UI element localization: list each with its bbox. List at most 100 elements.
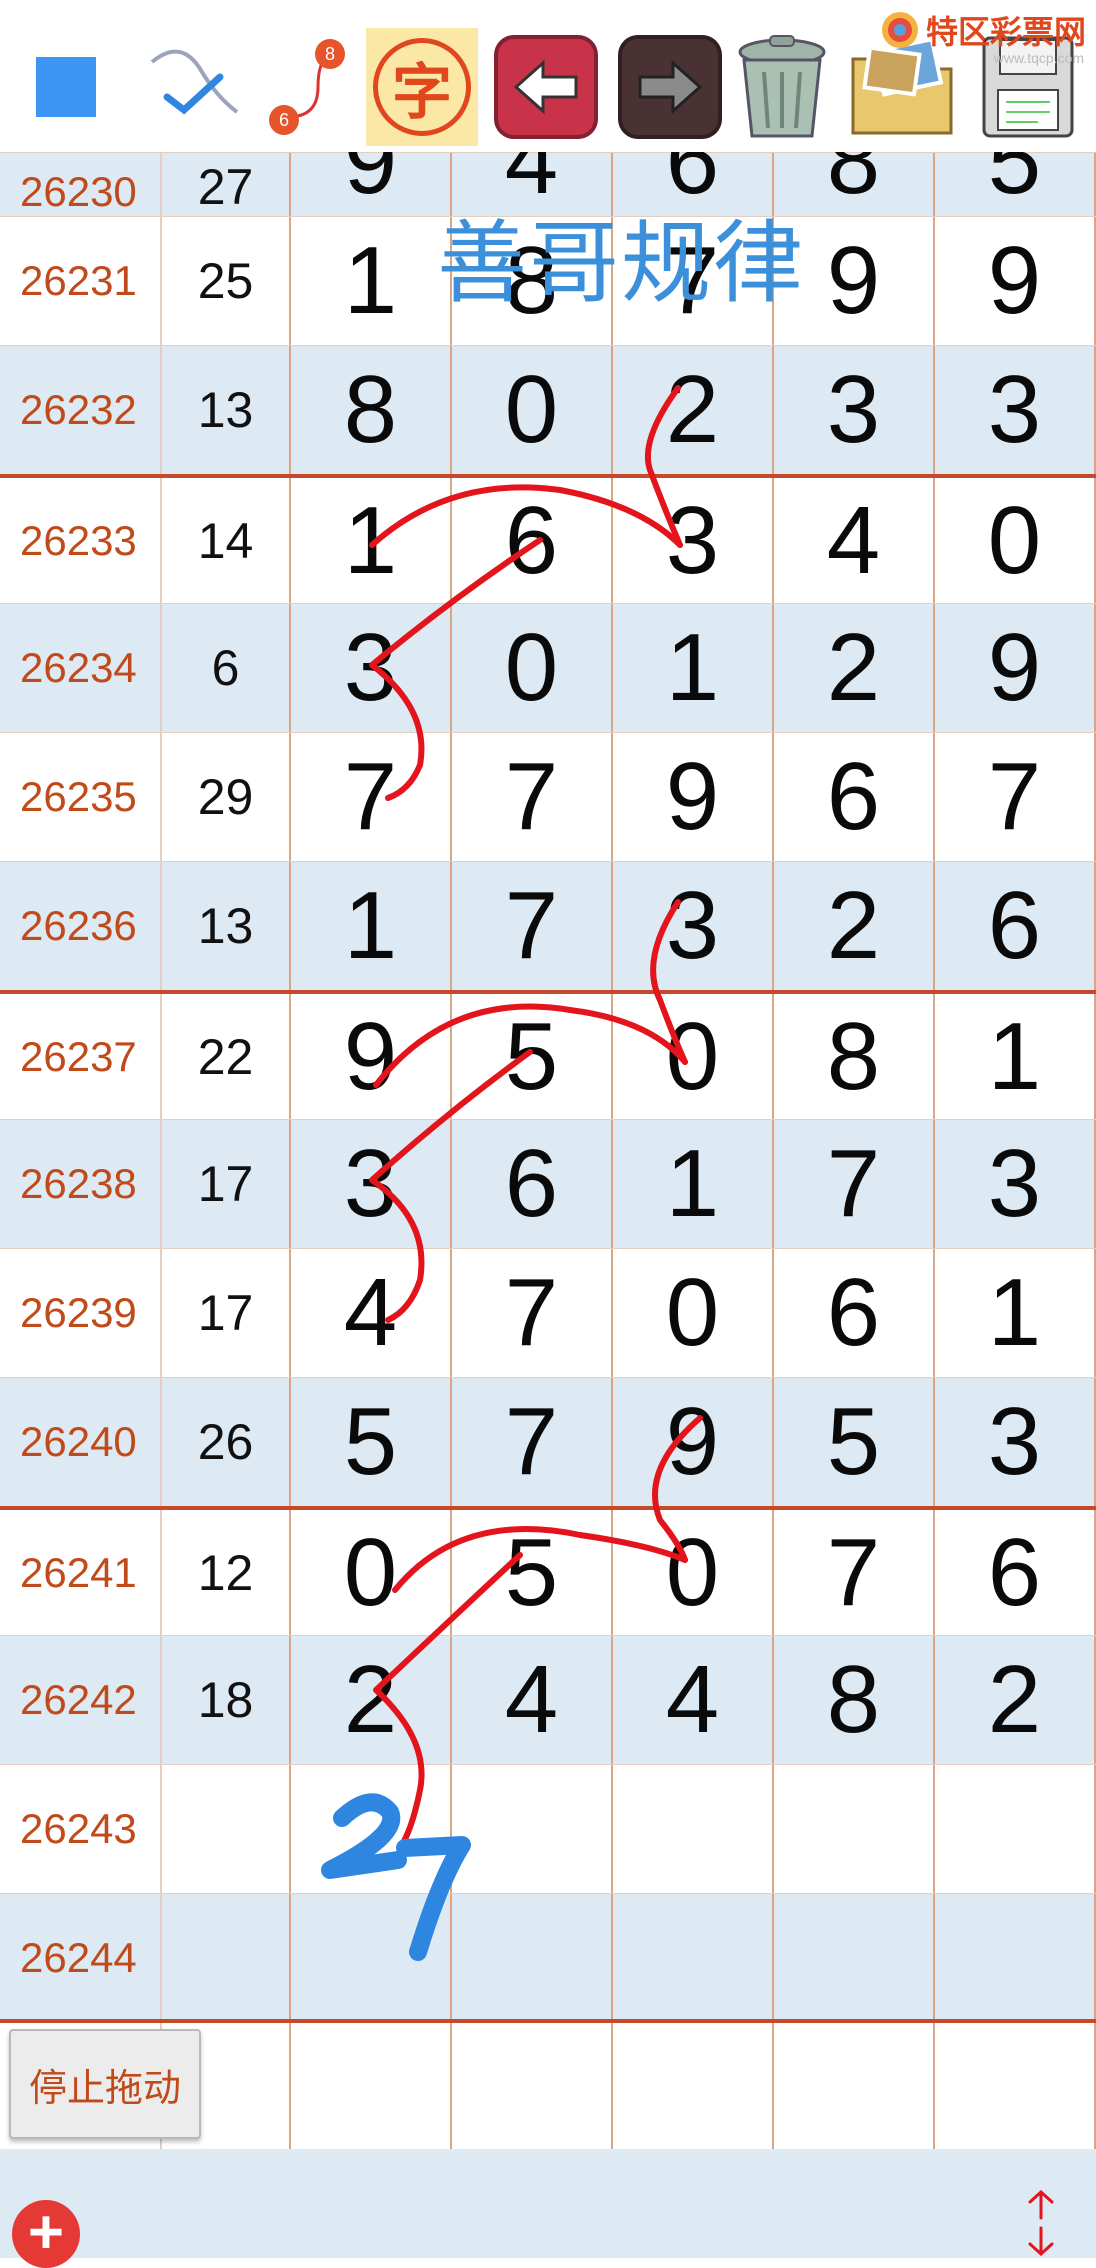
sum-value <box>162 1894 291 2022</box>
check-tool-button[interactable] <box>136 28 248 146</box>
table-row[interactable]: 26240 26 5 7 9 5 3 <box>0 1377 1096 1506</box>
sum-value: 6 <box>162 604 291 732</box>
digit-4: 6 <box>774 733 935 861</box>
digit-2[interactable] <box>452 1894 613 2022</box>
digit-3: 9 <box>613 733 774 861</box>
digit-3: 0 <box>613 1510 774 1635</box>
digit-2: 0 <box>452 604 613 732</box>
digit-1: 3 <box>291 604 452 732</box>
digit-5: 3 <box>935 1378 1096 1506</box>
digit-1[interactable] <box>291 1765 452 1893</box>
digit-5: 5 <box>935 107 1096 216</box>
sum-value: 13 <box>162 862 291 990</box>
digit-1: 8 <box>291 346 452 474</box>
digit-5: 6 <box>935 862 1096 990</box>
digit-4: 7 <box>774 1510 935 1635</box>
clear-button[interactable] <box>726 28 838 146</box>
digit-4: 4 <box>774 478 935 603</box>
issue-number: 26240 <box>0 1378 162 1506</box>
rainbow-swirl-icon <box>881 12 918 48</box>
sum-value: 12 <box>162 1510 291 1635</box>
footer-cell <box>452 2023 613 2149</box>
digit-5: 6 <box>935 1510 1096 1635</box>
digit-1: 5 <box>291 1378 452 1506</box>
digit-3: 9 <box>613 1378 774 1506</box>
digit-2: 7 <box>452 1378 613 1506</box>
square-tool-button[interactable] <box>10 28 122 146</box>
brand-name: 特区彩票网 <box>925 14 1086 50</box>
dot-connect-icon: 8 6 <box>269 39 345 135</box>
digit-1: 1 <box>291 217 452 345</box>
expand-vertical-icon[interactable] <box>1016 2188 1066 2258</box>
dot-connect-tool-button[interactable]: 8 6 <box>252 28 364 146</box>
digit-2: 5 <box>452 1510 613 1635</box>
table-row[interactable]: 26243 <box>0 1764 1096 1893</box>
digit-1: 7 <box>291 733 452 861</box>
digit-2: 7 <box>452 862 613 990</box>
digit-1[interactable] <box>291 1894 452 2022</box>
digit-4: 2 <box>774 862 935 990</box>
issue-number: 26235 <box>0 733 162 861</box>
sum-value: 22 <box>162 994 291 1119</box>
table-row[interactable]: 26238 17 3 6 1 7 3 <box>0 1119 1096 1248</box>
digit-1: 0 <box>291 1510 452 1635</box>
digit-5: 1 <box>935 1249 1096 1377</box>
digit-3[interactable] <box>613 1894 774 2022</box>
table-row[interactable]: 26232 13 8 0 2 3 3 <box>0 345 1096 474</box>
redo-button[interactable] <box>614 28 726 146</box>
issue-number: 26244 <box>0 1894 162 2022</box>
table-row[interactable]: 26236 13 1 7 3 2 6 <box>0 861 1096 990</box>
table-row[interactable]: 26242 18 2 4 4 8 2 <box>0 1635 1096 1764</box>
stop-drag-button[interactable]: 停止拖动 <box>9 2029 201 2139</box>
text-tool-button[interactable]: 字 <box>366 28 478 146</box>
digit-5: 2 <box>935 1636 1096 1764</box>
brand-logo: 特区彩票网 <box>880 8 1086 52</box>
digit-2: 0 <box>452 346 613 474</box>
issue-number: 26237 <box>0 994 162 1119</box>
table-row[interactable]: 26234 6 3 0 1 2 9 <box>0 603 1096 732</box>
undo-button[interactable] <box>490 28 602 146</box>
table-row[interactable]: 26237 22 9 5 0 8 1 <box>0 990 1096 1119</box>
sum-value: 25 <box>162 217 291 345</box>
table-row[interactable]: 26241 12 0 5 0 7 6 <box>0 1506 1096 1635</box>
table-row[interactable]: 26235 29 7 7 9 6 7 <box>0 732 1096 861</box>
digit-5: 9 <box>935 604 1096 732</box>
issue-number: 26233 <box>0 478 162 603</box>
digit-4[interactable] <box>774 1894 935 2022</box>
digit-3: 1 <box>613 1120 774 1248</box>
brand-url: www.tqcp.com <box>993 50 1084 66</box>
digit-1: 9 <box>291 107 452 216</box>
digit-3[interactable] <box>613 1765 774 1893</box>
digit-5: 7 <box>935 733 1096 861</box>
annotation-title: 善哥规律 <box>437 211 805 316</box>
issue-number: 26231 <box>0 217 162 345</box>
digit-4: 3 <box>774 346 935 474</box>
dot-bottom-number: 6 <box>279 110 289 130</box>
issue-number: 26241 <box>0 1510 162 1635</box>
digit-2: 4 <box>452 1636 613 1764</box>
issue-number: 26232 <box>0 346 162 474</box>
digit-5[interactable] <box>935 1765 1096 1893</box>
digit-5[interactable] <box>935 1894 1096 2022</box>
digit-3: 1 <box>613 604 774 732</box>
digit-5: 3 <box>935 1120 1096 1248</box>
digit-5: 9 <box>935 217 1096 345</box>
digit-2: 7 <box>452 1249 613 1377</box>
table-row[interactable]: 26244 <box>0 1893 1096 2022</box>
digit-2[interactable] <box>452 1765 613 1893</box>
sum-value: 13 <box>162 346 291 474</box>
sum-value: 14 <box>162 478 291 603</box>
table-row[interactable]: 26239 17 4 7 0 6 1 <box>0 1248 1096 1377</box>
digit-4[interactable] <box>774 1765 935 1893</box>
digit-1: 2 <box>291 1636 452 1764</box>
issue-number: 26236 <box>0 862 162 990</box>
checkmark-icon <box>150 49 239 115</box>
sum-value: 17 <box>162 1249 291 1377</box>
sum-value: 17 <box>162 1120 291 1248</box>
digit-4: 6 <box>774 1249 935 1377</box>
table-row[interactable]: 26233 14 1 6 3 4 0 <box>0 474 1096 603</box>
digit-3: 3 <box>613 862 774 990</box>
digit-3: 2 <box>613 346 774 474</box>
digit-2: 5 <box>452 994 613 1119</box>
digit-1: 3 <box>291 1120 452 1248</box>
